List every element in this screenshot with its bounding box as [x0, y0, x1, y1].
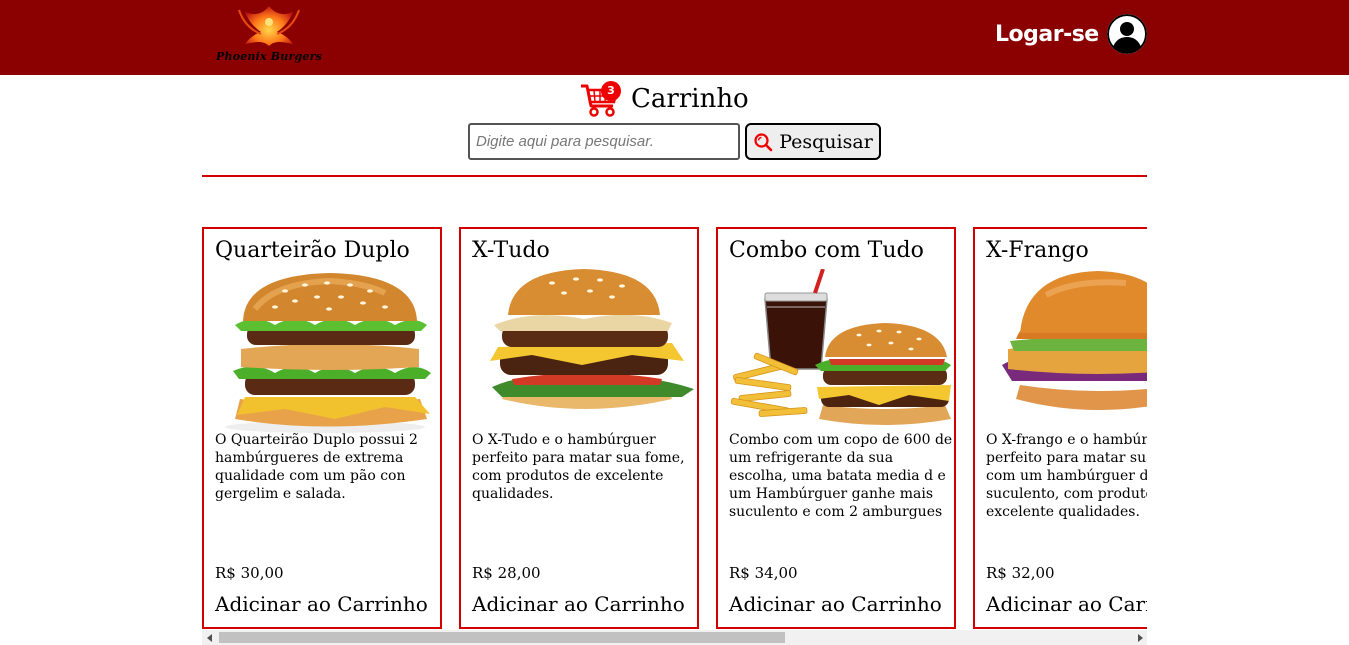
product-description: O X-frango e o hambúrguer perfeito para …	[986, 432, 1147, 520]
user-avatar-icon	[1106, 14, 1147, 54]
cart-label: Carrinho	[631, 84, 749, 114]
product-price: R$ 30,00	[215, 564, 284, 582]
search-button[interactable]: Pesquisar	[745, 123, 881, 160]
product-description: Combo com um copo de 600 de um refrigera…	[729, 432, 953, 520]
product-price: R$ 32,00	[986, 564, 1055, 582]
scrollbar-thumb[interactable]	[219, 632, 785, 643]
chicken-burger-image	[986, 269, 1147, 434]
product-card: Combo com Tudo Combo com um copo de 600 …	[716, 227, 956, 629]
section-divider	[202, 175, 1147, 177]
x-tudo-burger-image	[472, 269, 696, 434]
product-name: Combo com Tudo	[729, 238, 924, 263]
product-card: X-Frango O X-frango e o hambúrguer perfe…	[973, 227, 1147, 629]
site-header: Phoenix Burgers Logar-se	[0, 0, 1349, 75]
cart-link[interactable]: 3 Carrinho	[579, 80, 749, 118]
double-burger-image	[215, 269, 439, 434]
brand-logo[interactable]: Phoenix Burgers	[215, 0, 323, 70]
horizontal-scrollbar[interactable]	[202, 630, 1147, 645]
product-name: X-Tudo	[472, 238, 550, 263]
scroll-left-arrow-icon[interactable]	[202, 630, 217, 645]
search-input[interactable]	[468, 123, 740, 160]
product-name: X-Frango	[986, 238, 1089, 263]
scroll-right-arrow-icon[interactable]	[1132, 630, 1147, 645]
add-to-cart-button[interactable]: Adicinar ao Carrinho	[215, 592, 428, 616]
product-card: Quarteirão Duplo O Quarteirão Duplo poss…	[202, 227, 442, 629]
logo-text: Phoenix Burgers	[216, 50, 322, 63]
add-to-cart-button[interactable]: Adicinar ao Carrinho	[472, 592, 685, 616]
search-icon	[754, 132, 773, 151]
product-name: Quarteirão Duplo	[215, 238, 410, 263]
cart-count-badge: 3	[601, 81, 621, 101]
product-carousel[interactable]: Quarteirão Duplo O Quarteirão Duplo poss…	[202, 227, 1147, 630]
add-to-cart-button[interactable]: Adicinar ao Carrinho	[729, 592, 942, 616]
product-description: O Quarteirão Duplo possui 2 hambúrgueres…	[215, 432, 418, 502]
product-track: Quarteirão Duplo O Quarteirão Duplo poss…	[202, 227, 1147, 629]
combo-meal-image	[729, 268, 953, 434]
product-card: X-Tudo O X-Tudo e o hambúrguer perfeito …	[459, 227, 699, 629]
phoenix-logo-icon	[238, 6, 300, 46]
product-description: O X-Tudo e o hambúrguer perfeito para ma…	[472, 432, 685, 502]
login-button[interactable]: Logar-se	[995, 14, 1147, 54]
add-to-cart-button[interactable]: Adicinar ao Carrinho	[986, 592, 1147, 616]
login-label: Logar-se	[995, 21, 1099, 47]
product-price: R$ 28,00	[472, 564, 541, 582]
search-button-label: Pesquisar	[779, 130, 873, 153]
product-price: R$ 34,00	[729, 564, 798, 582]
cart-icon: 3	[579, 80, 623, 118]
